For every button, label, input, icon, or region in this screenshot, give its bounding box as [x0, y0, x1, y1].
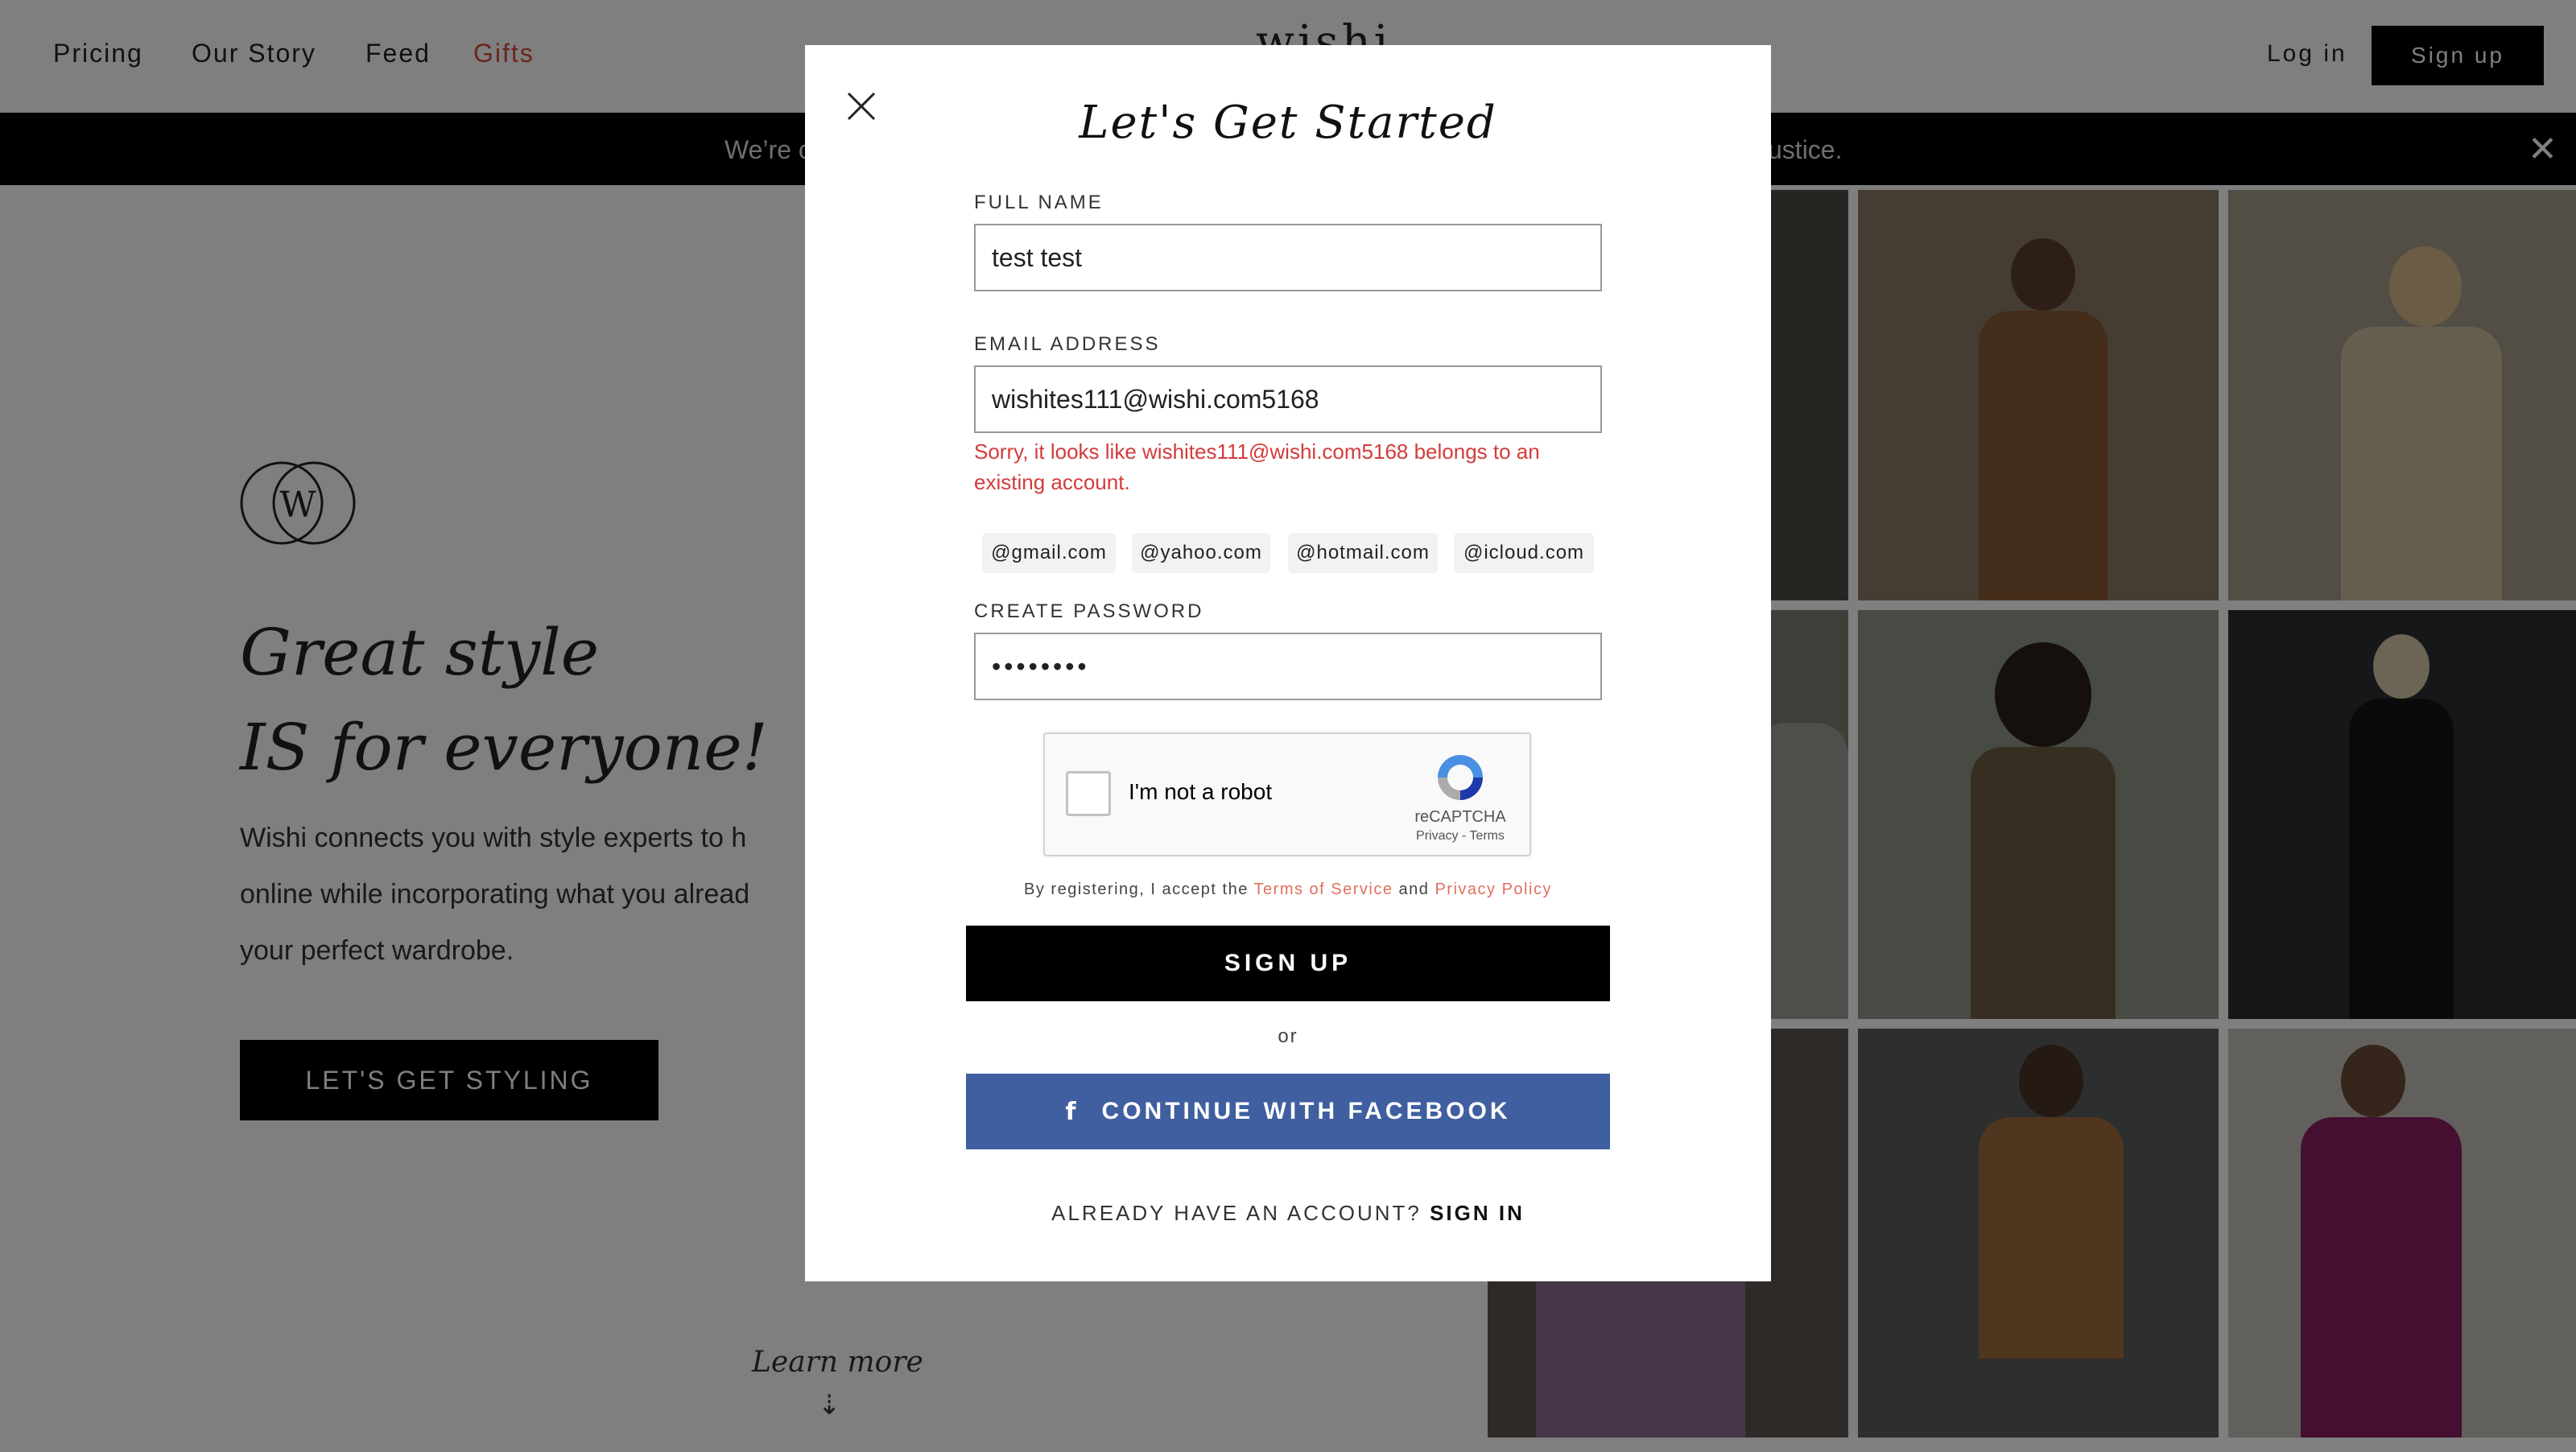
- sign-in-link[interactable]: SIGN IN: [1430, 1201, 1525, 1225]
- or-divider: or: [1278, 1025, 1298, 1047]
- domain-chip-gmail[interactable]: @gmail.com: [982, 533, 1116, 573]
- terms-and: and: [1398, 881, 1430, 898]
- recaptcha-widget: I'm not a robot reCAPTCHA Privacy - Term…: [1043, 732, 1531, 856]
- full-name-input[interactable]: [974, 224, 1602, 291]
- email-error-line1: Sorry, it looks like wishites111@wishi.c…: [974, 439, 1540, 464]
- domain-chip-yahoo[interactable]: @yahoo.com: [1132, 533, 1270, 573]
- recaptcha-privacy-terms[interactable]: Privacy - Terms: [1391, 829, 1530, 844]
- signup-modal: Let's Get Started FULL NAME EMAIL ADDRES…: [805, 45, 1771, 1281]
- recaptcha-brand: reCAPTCHA: [1414, 808, 1506, 826]
- terms-of-service-link[interactable]: Terms of Service: [1254, 881, 1393, 898]
- facebook-button-label: CONTINUE WITH FACEBOOK: [1101, 1098, 1511, 1124]
- password-label: CREATE PASSWORD: [974, 600, 1204, 622]
- password-input[interactable]: [974, 633, 1602, 700]
- domain-chip-icloud[interactable]: @icloud.com: [1454, 533, 1594, 573]
- terms-prefix: By registering, I accept the: [1024, 881, 1249, 898]
- modal-title: Let's Get Started: [1079, 97, 1497, 149]
- email-label: EMAIL ADDRESS: [974, 333, 1161, 355]
- terms-text: By registering, I accept the Terms of Se…: [805, 881, 1771, 899]
- continue-with-facebook-button[interactable]: f CONTINUE WITH FACEBOOK: [966, 1074, 1610, 1149]
- signup-button[interactable]: SIGN UP: [966, 926, 1610, 1001]
- email-input[interactable]: [974, 365, 1602, 433]
- privacy-policy-link[interactable]: Privacy Policy: [1435, 881, 1551, 898]
- already-have-account: ALREADY HAVE AN ACCOUNT? SIGN IN: [805, 1201, 1771, 1226]
- recaptcha-label: I'm not a robot: [1129, 779, 1273, 804]
- domain-chip-hotmail[interactable]: @hotmail.com: [1288, 533, 1438, 573]
- facebook-icon: f: [1065, 1097, 1080, 1126]
- email-error-message: Sorry, it looks like wishites111@wishi.c…: [974, 436, 1602, 497]
- already-text: ALREADY HAVE AN ACCOUNT?: [1051, 1201, 1422, 1225]
- full-name-label: FULL NAME: [974, 192, 1104, 213]
- email-error-line2: existing account.: [974, 470, 1130, 494]
- recaptcha-logo-icon: [1438, 755, 1483, 800]
- recaptcha-checkbox[interactable]: [1066, 771, 1111, 816]
